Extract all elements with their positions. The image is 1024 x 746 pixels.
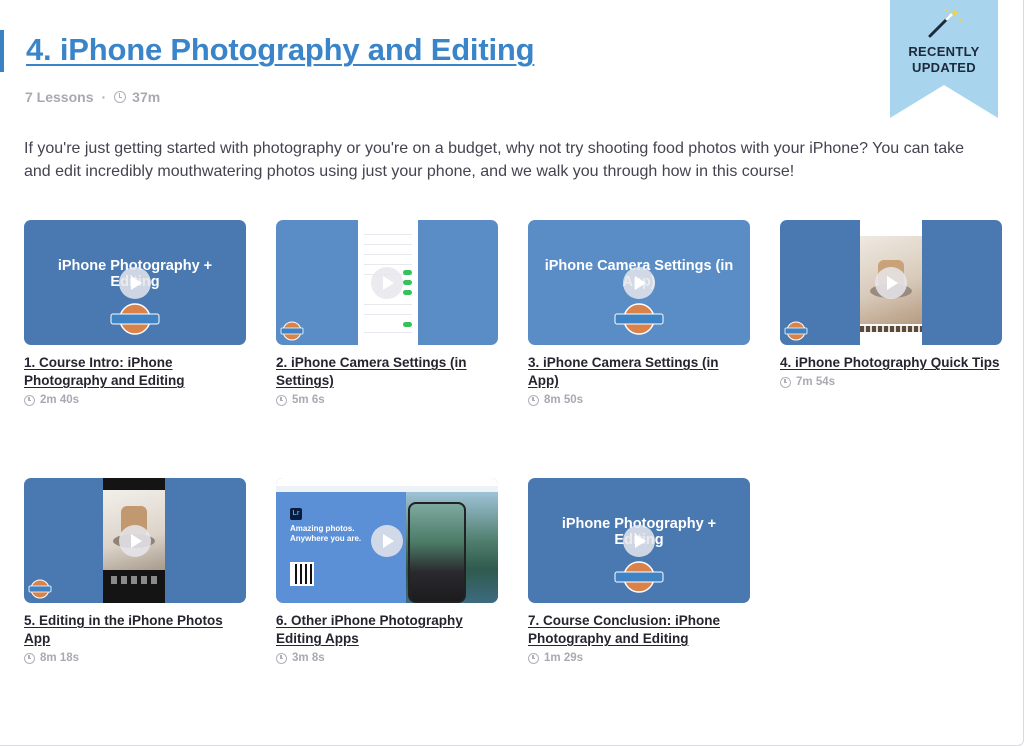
lesson-thumbnail[interactable] bbox=[780, 220, 1002, 345]
lesson-duration: 1m 29s bbox=[528, 652, 750, 664]
lesson-card-6: Lr Amazing photos. Anywhere you are. 6. … bbox=[276, 478, 498, 664]
lesson-title-link[interactable]: 6. Other iPhone Photography Editing Apps bbox=[276, 612, 498, 648]
lightroom-app-icon: Lr bbox=[290, 508, 302, 520]
lesson-duration: 8m 50s bbox=[528, 394, 750, 406]
clock-icon bbox=[24, 652, 35, 664]
title-accent-bar bbox=[0, 30, 4, 72]
lesson-duration: 8m 18s bbox=[24, 652, 246, 664]
lesson-duration-text: 8m 18s bbox=[40, 652, 80, 664]
lesson-duration: 3m 8s bbox=[276, 652, 498, 664]
play-icon[interactable] bbox=[623, 525, 655, 557]
play-icon[interactable] bbox=[371, 525, 403, 557]
phone-lightroom-screen bbox=[408, 502, 466, 603]
course-meta: 7 Lessons · 37m bbox=[25, 89, 160, 105]
lesson-card-7: iPhone Photography + Editing 7. Course C… bbox=[528, 478, 750, 664]
badge-line-2: UPDATED bbox=[912, 60, 976, 75]
clock-icon bbox=[528, 652, 539, 664]
lesson-card-3: iPhone Camera Settings (in App) 3. iPhon… bbox=[528, 220, 750, 406]
lesson-thumbnail[interactable] bbox=[24, 478, 246, 603]
lesson-card-1: iPhone Photography + Editing 1. Course I… bbox=[24, 220, 246, 406]
recently-updated-badge: RECENTLY UPDATED bbox=[890, 44, 998, 76]
course-title-link[interactable]: 4. iPhone Photography and Editing bbox=[26, 32, 535, 68]
food-blogger-pro-logo bbox=[614, 303, 664, 335]
lesson-title-link[interactable]: 1. Course Intro: iPhone Photography and … bbox=[24, 354, 246, 390]
clock-icon bbox=[276, 394, 287, 406]
play-icon[interactable] bbox=[371, 267, 403, 299]
play-icon[interactable] bbox=[119, 525, 151, 557]
lesson-duration-text: 3m 8s bbox=[292, 652, 325, 664]
ad-headline: Amazing photos. Anywhere you are. bbox=[290, 524, 362, 543]
lesson-duration-text: 5m 6s bbox=[292, 394, 325, 406]
lesson-duration-text: 7m 54s bbox=[796, 376, 836, 388]
badge-line-1: RECENTLY bbox=[908, 44, 980, 59]
clock-icon bbox=[24, 394, 35, 406]
browser-nav-bar bbox=[276, 478, 498, 486]
food-blogger-pro-logo bbox=[280, 321, 304, 341]
lesson-card-5: 5. Editing in the iPhone Photos App 8m 1… bbox=[24, 478, 246, 664]
lesson-duration: 2m 40s bbox=[24, 394, 246, 406]
clock-icon bbox=[114, 91, 127, 103]
qr-code bbox=[290, 562, 314, 586]
lesson-title-link[interactable]: 4. iPhone Photography Quick Tips bbox=[780, 354, 1002, 372]
clock-icon bbox=[276, 652, 287, 664]
lesson-thumbnail[interactable]: iPhone Photography + Editing bbox=[24, 220, 246, 345]
play-icon[interactable] bbox=[119, 267, 151, 299]
lesson-thumbnail[interactable]: Lr Amazing photos. Anywhere you are. bbox=[276, 478, 498, 603]
food-blogger-pro-logo bbox=[110, 303, 160, 335]
magic-wand-icon bbox=[928, 8, 962, 38]
food-blogger-pro-logo bbox=[784, 321, 808, 341]
lesson-duration-text: 8m 50s bbox=[544, 394, 584, 406]
lesson-thumbnail[interactable]: iPhone Photography + Editing bbox=[528, 478, 750, 603]
lesson-title-link[interactable]: 2. iPhone Camera Settings (in Settings) bbox=[276, 354, 498, 390]
lessons-count: 7 Lessons bbox=[25, 89, 94, 105]
lesson-card-4: 4. iPhone Photography Quick Tips 7m 54s bbox=[780, 220, 1002, 388]
lesson-thumbnail[interactable] bbox=[276, 220, 498, 345]
lesson-title-link[interactable]: 3. iPhone Camera Settings (in App) bbox=[528, 354, 750, 390]
lesson-duration-text: 1m 29s bbox=[544, 652, 584, 664]
food-blogger-pro-logo bbox=[614, 561, 664, 593]
clock-icon bbox=[780, 376, 791, 388]
lesson-duration-text: 2m 40s bbox=[40, 394, 80, 406]
lesson-title-link[interactable]: 7. Course Conclusion: iPhone Photography… bbox=[528, 612, 750, 648]
course-duration: 37m bbox=[132, 89, 161, 105]
edit-tools-bar bbox=[111, 576, 157, 584]
lesson-title-link[interactable]: 5. Editing in the iPhone Photos App bbox=[24, 612, 246, 648]
lesson-duration: 7m 54s bbox=[780, 376, 1002, 388]
course-description: If you're just getting started with phot… bbox=[24, 140, 965, 180]
play-icon[interactable] bbox=[623, 267, 655, 299]
film-strip bbox=[860, 326, 922, 332]
lesson-thumbnail[interactable]: iPhone Camera Settings (in App) bbox=[528, 220, 750, 345]
meta-separator: · bbox=[101, 89, 107, 105]
lesson-duration: 5m 6s bbox=[276, 394, 498, 406]
lesson-card-2: 2. iPhone Camera Settings (in Settings) … bbox=[276, 220, 498, 406]
clock-icon bbox=[528, 394, 539, 406]
food-blogger-pro-logo bbox=[28, 579, 52, 599]
play-icon[interactable] bbox=[875, 267, 907, 299]
